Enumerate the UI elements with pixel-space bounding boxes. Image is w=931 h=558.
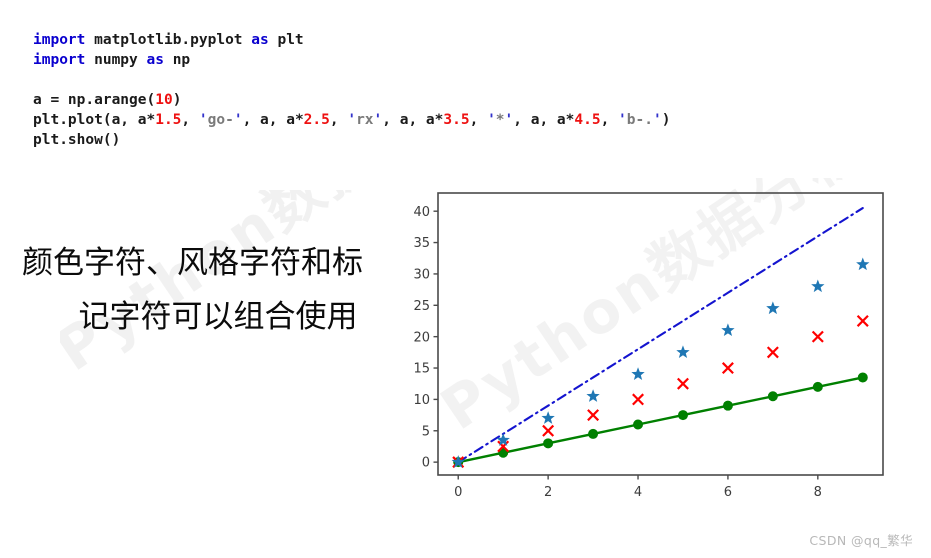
code-token-kw: import: [33, 32, 86, 48]
code-token-plain: a = np.arange(: [33, 92, 156, 108]
code-token-quote: ': [652, 112, 662, 128]
y-tick-label: 0: [422, 456, 430, 471]
python-code-block: import matplotlib.pyplot as plt import nu…: [33, 30, 670, 150]
code-token-num: 4.5: [574, 112, 601, 128]
code-token-str: go-: [207, 112, 234, 128]
caption-line-2: 记字符可以组合使用: [78, 299, 358, 335]
code-token-plain: ,: [329, 112, 348, 128]
marker-circle: [812, 381, 823, 392]
csdn-attribution: CSDN @qq_繁华: [809, 533, 913, 548]
code-token-kw: import: [33, 52, 86, 68]
code-token-plain: ,: [600, 112, 619, 128]
x-tick-label: 8: [814, 485, 822, 500]
code-token-str: rx: [356, 112, 374, 128]
code-token-plain: plt.show(): [33, 132, 121, 148]
code-token-quote: ': [504, 112, 514, 128]
code-token-plain: , a, a*: [242, 112, 304, 128]
marker-circle: [588, 428, 599, 439]
code-token-num: 3.5: [443, 112, 470, 128]
code-token-str: *: [495, 112, 505, 128]
marker-circle: [857, 372, 868, 383]
code-token-plain: , a, a*: [382, 112, 444, 128]
code-token-quote: ': [198, 112, 208, 128]
matplotlib-figure: Python数据分析与展示051015202530354002468: [404, 178, 904, 508]
code-token-quote: ': [233, 112, 243, 128]
code-token-num: 2.5: [303, 112, 330, 128]
code-token-plain: ,: [181, 112, 199, 128]
code-token-quote: ': [347, 112, 357, 128]
plot-canvas: Python数据分析与展示051015202530354002468: [413, 178, 904, 500]
code-line-1: import matplotlib.pyplot as plt: [33, 30, 670, 50]
y-tick-label: 10: [413, 393, 430, 408]
caption-text: 颜色字符、风格字符和标 记字符可以组合使用: [18, 236, 418, 344]
caption-line-1: 颜色字符、风格字符和标: [22, 245, 363, 281]
marker-circle: [677, 410, 688, 421]
code-token-plain: ): [661, 112, 671, 128]
y-tick-label: 5: [422, 424, 430, 439]
code-line-4: a = np.arange(10): [33, 90, 670, 110]
code-token-plain: numpy: [85, 52, 147, 68]
code-token-quote: ': [618, 112, 627, 128]
code-token-num: 1.5: [155, 112, 182, 128]
marker-circle: [722, 400, 733, 411]
marker-circle: [633, 419, 644, 430]
x-tick-label: 6: [724, 485, 732, 500]
code-token-plain: matplotlib.pyplot: [85, 32, 252, 48]
code-token-plain: plt: [268, 32, 304, 48]
code-token-plain: plt.plot(a, a*: [33, 112, 156, 128]
code-token-plain: ,: [469, 112, 488, 128]
code-token-num: 10: [155, 92, 173, 108]
code-token-str: b-.: [626, 112, 653, 128]
y-tick-label: 15: [413, 362, 430, 377]
code-token-kw: as: [146, 52, 164, 68]
marker-circle: [767, 391, 778, 402]
code-token-plain: ): [172, 92, 182, 108]
x-tick-label: 4: [634, 485, 642, 500]
x-tick-label: 0: [454, 485, 462, 500]
code-token-quote: ': [373, 112, 383, 128]
y-tick-label: 40: [413, 205, 430, 220]
marker-circle: [543, 438, 554, 449]
code-line-6: plt.show(): [33, 130, 670, 150]
code-token-plain: np: [163, 52, 191, 68]
code-token-plain: , a, a*: [513, 112, 575, 128]
code-line-5: plt.plot(a, a*1.5, 'go-', a, a*2.5, 'rx'…: [33, 110, 670, 130]
x-tick-label: 2: [544, 485, 552, 500]
code-line-2: import numpy as np: [33, 50, 670, 70]
code-token-quote: ': [487, 112, 496, 128]
code-token-kw: as: [251, 32, 269, 48]
